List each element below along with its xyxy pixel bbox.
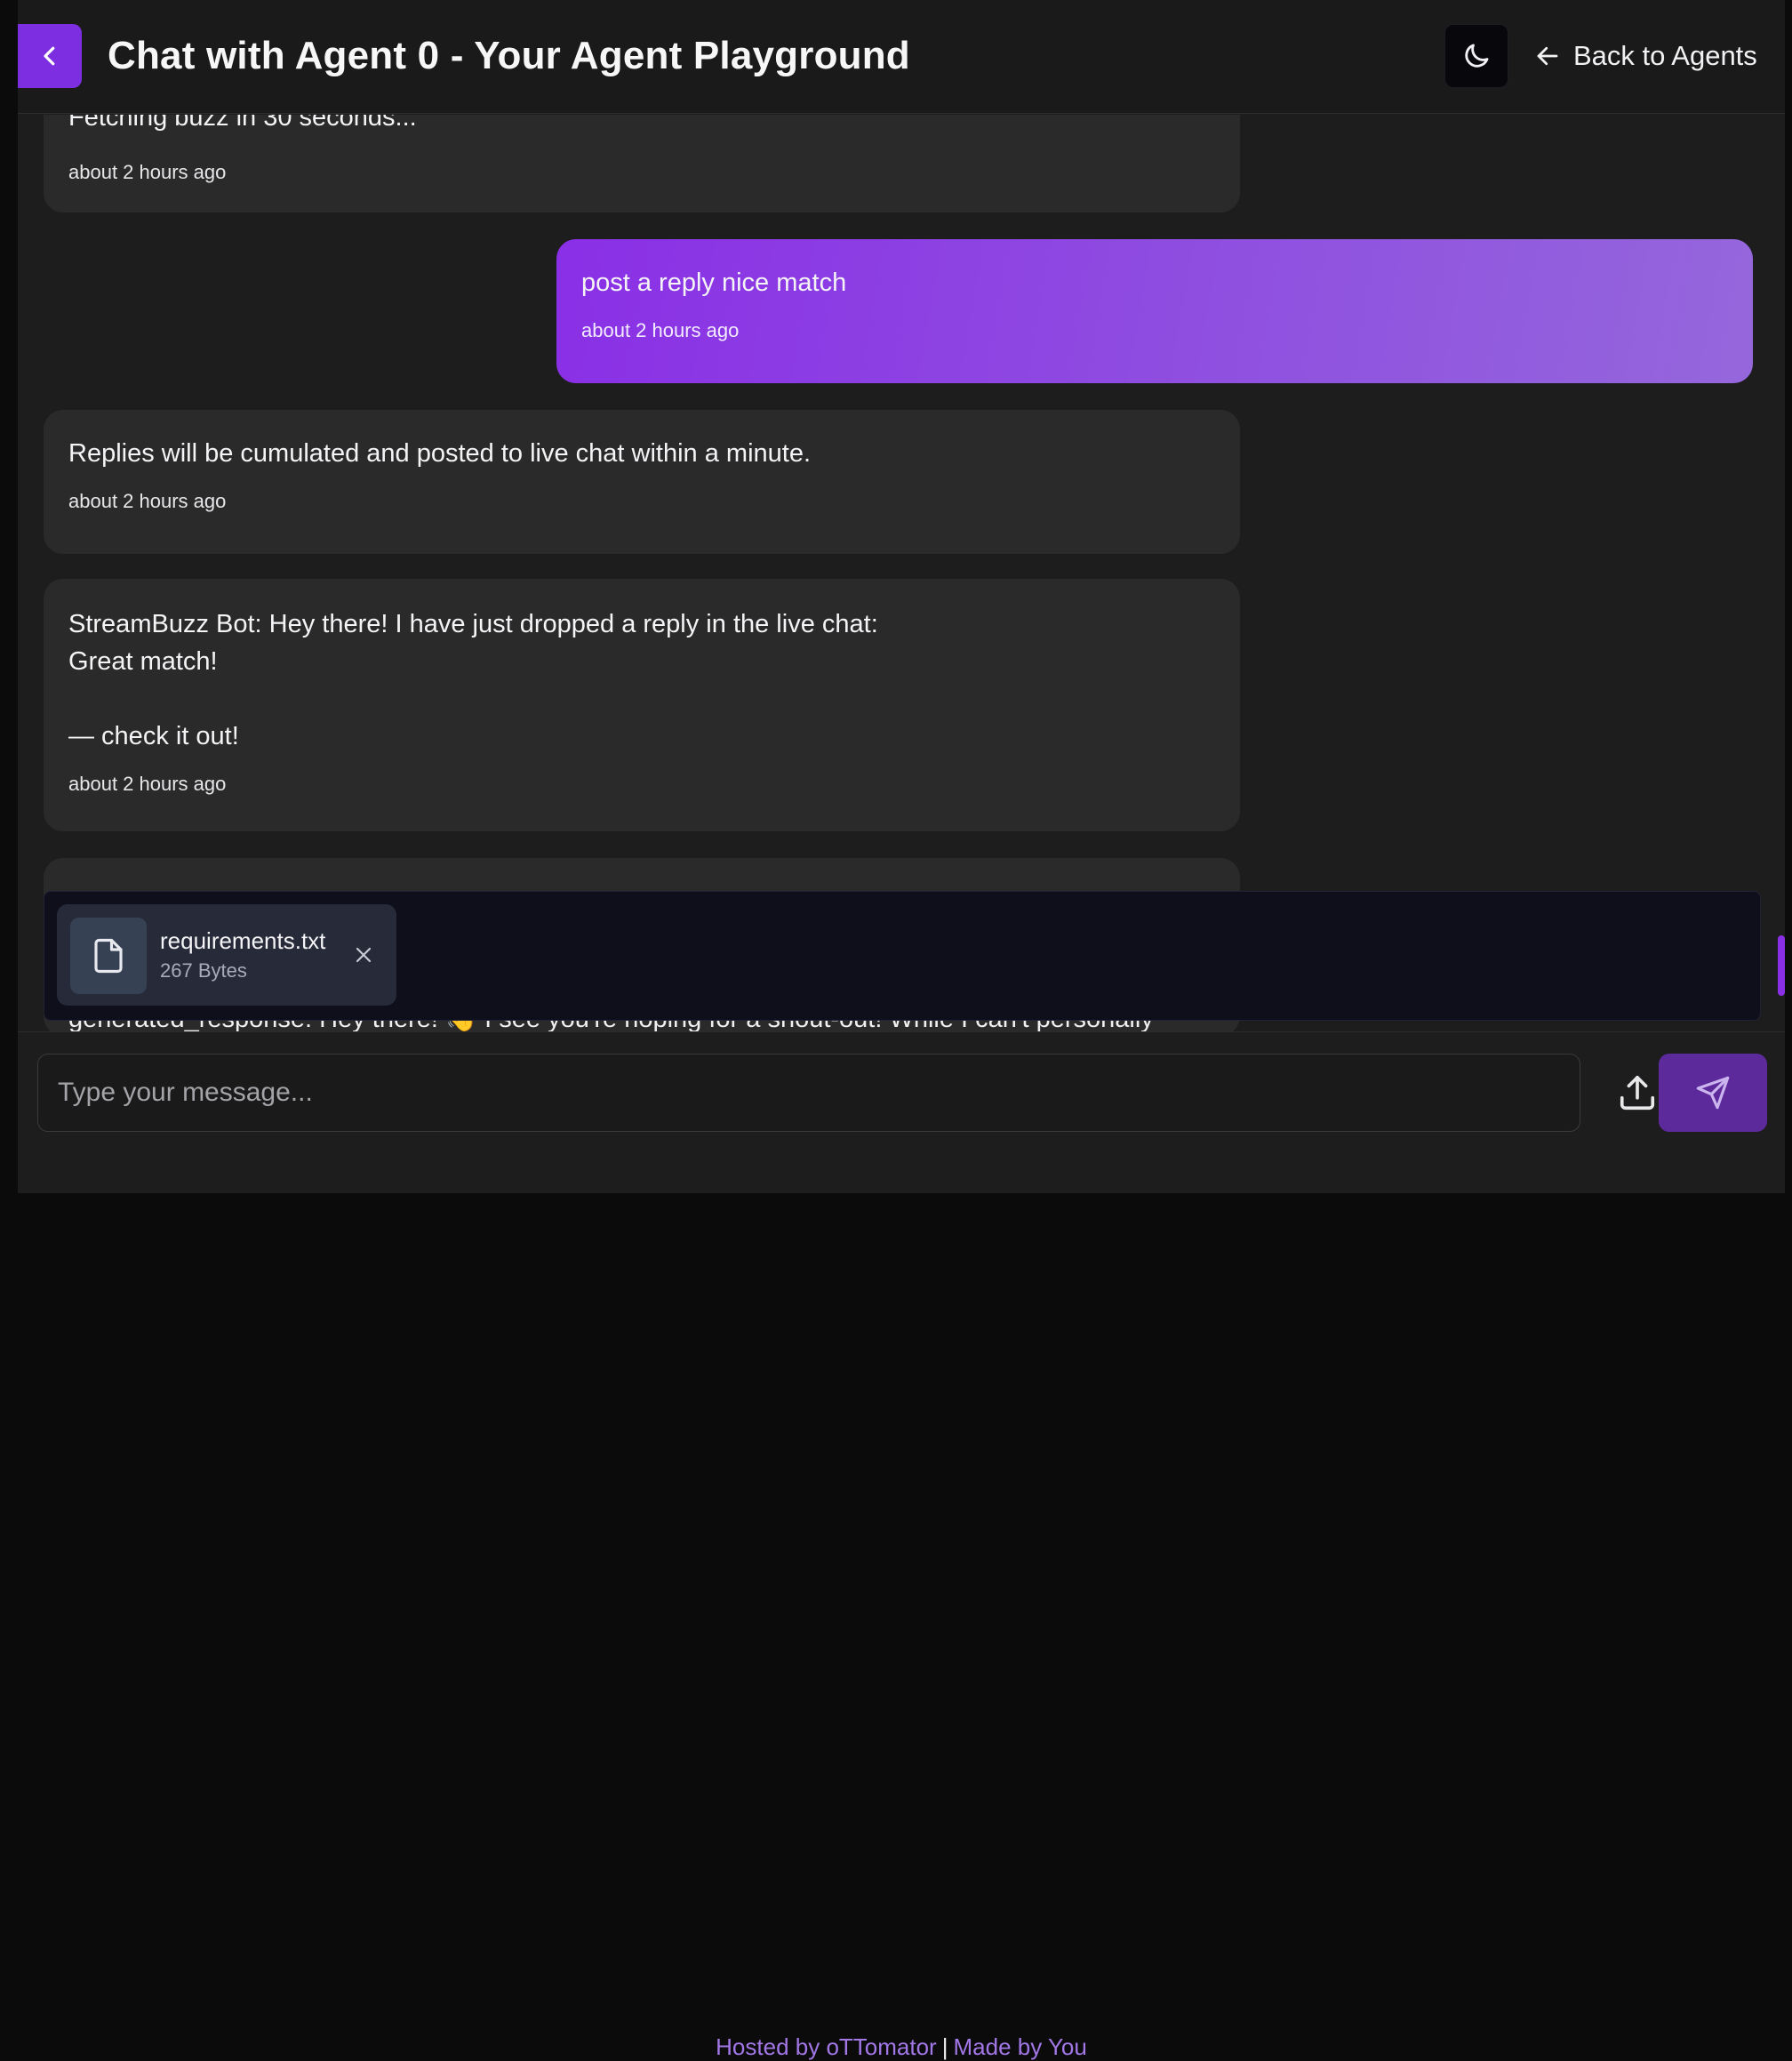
close-icon	[356, 947, 372, 963]
theme-toggle-button[interactable]	[1444, 24, 1508, 88]
message-time: about 2 hours ago	[68, 161, 227, 183]
send-button[interactable]	[1659, 1054, 1767, 1132]
user-message: post a reply nice match about 2 hours ag…	[556, 239, 1753, 383]
attachment-chip: requirements.txt 267 Bytes	[57, 904, 396, 1006]
attachment-tray: requirements.txt 267 Bytes	[44, 891, 1761, 1021]
agent-message: Fetching buzz in 30 seconds... about 2 h…	[44, 115, 1240, 213]
attachment-name: requirements.txt	[160, 927, 326, 954]
message-time: about 2 hours ago	[68, 490, 227, 512]
collapse-sidebar-button[interactable]	[18, 24, 82, 88]
chevron-left-icon	[44, 46, 55, 66]
hosted-by-link[interactable]: Hosted by oTTomator	[716, 2033, 937, 2060]
window-edge	[1785, 0, 1792, 1193]
scrollbar-thumb[interactable]	[1778, 935, 1785, 996]
header: Chat with Agent 0 - Your Agent Playgroun…	[18, 0, 1785, 114]
remove-attachment-button[interactable]	[350, 942, 377, 968]
message-time: about 2 hours ago	[68, 773, 227, 795]
back-to-agents-link[interactable]: Back to Agents	[1534, 34, 1757, 78]
message-time: about 2 hours ago	[581, 319, 740, 341]
moon-icon	[1465, 44, 1489, 68]
composer: Hosted by oTTomator|Made by You	[18, 1031, 1785, 2060]
message-text: Fetching buzz in 30 seconds...	[68, 115, 417, 132]
page-title: Chat with Agent 0 - Your Agent Playgroun…	[108, 34, 910, 77]
message-text: post a reply nice match	[581, 269, 847, 297]
made-by-link[interactable]: Made by You	[953, 2033, 1086, 2060]
footer: Hosted by oTTomator | Made by You	[18, 2033, 1785, 2061]
message-input[interactable]	[37, 1054, 1580, 1132]
file-icon	[94, 938, 123, 974]
footer-separator: |	[941, 2033, 948, 2060]
app-window: Chat with Agent 0 - Your Agent Playgroun…	[18, 0, 1785, 2060]
agent-message: StreamBuzz Bot: Hey there! I have just d…	[44, 579, 1240, 831]
send-icon	[1696, 1076, 1730, 1110]
message-text: StreamBuzz Bot: Hey there! I have just d…	[68, 610, 878, 750]
upload-icon	[1620, 1075, 1655, 1111]
agent-message: Replies will be cumulated and posted to …	[44, 410, 1240, 554]
message-text: Replies will be cumulated and posted to …	[68, 439, 812, 468]
arrow-left-icon	[1537, 46, 1558, 66]
attachment-size: 267 Bytes	[160, 959, 247, 982]
back-to-agents-label: Back to Agents	[1573, 40, 1757, 71]
file-icon-container	[70, 918, 147, 994]
